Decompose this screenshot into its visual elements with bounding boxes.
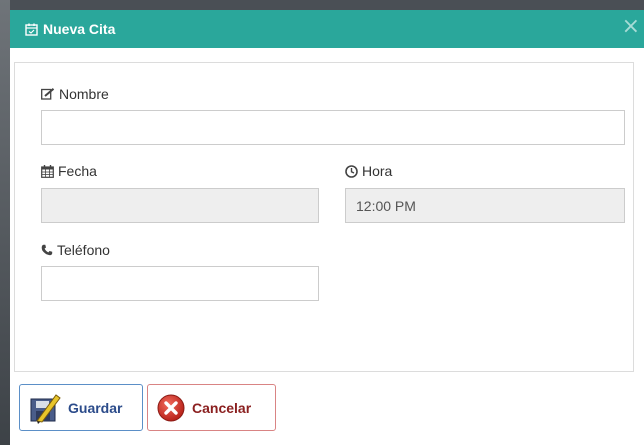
telefono-input[interactable]	[41, 266, 319, 301]
modal-title-text: Nueva Cita	[43, 21, 116, 37]
cancel-icon	[156, 393, 186, 423]
close-icon[interactable]: ×	[622, 16, 640, 38]
nombre-label-text: Nombre	[59, 86, 109, 102]
new-appointment-modal: Nueva Cita × Nombre Fecha Hora 12:00 PM …	[10, 10, 644, 445]
telefono-label-text: Teléfono	[57, 242, 110, 258]
nombre-input[interactable]	[41, 110, 625, 145]
cancel-button-label: Cancelar	[192, 399, 252, 416]
edit-icon	[41, 88, 55, 100]
hora-label: Hora	[345, 163, 392, 179]
fecha-input[interactable]	[41, 188, 319, 223]
telefono-label: Teléfono	[41, 242, 110, 258]
modal-header: Nueva Cita ×	[10, 10, 644, 48]
modal-body: Nombre Fecha Hora 12:00 PM Teléfono	[14, 62, 634, 372]
save-button[interactable]: Guardar	[19, 384, 143, 431]
save-button-label: Guardar	[68, 399, 123, 416]
cancel-button[interactable]: Cancelar	[147, 384, 276, 431]
save-icon	[28, 391, 62, 425]
clock-icon	[345, 164, 358, 178]
modal-title: Nueva Cita	[25, 21, 115, 37]
calendar-check-icon	[25, 23, 38, 36]
fecha-label: Fecha	[41, 163, 97, 179]
page-backdrop	[0, 0, 10, 445]
calendar-icon	[41, 164, 54, 178]
hora-input[interactable]	[345, 188, 625, 223]
fecha-label-text: Fecha	[58, 163, 97, 179]
phone-icon	[41, 244, 53, 256]
hora-label-text: Hora	[362, 163, 393, 179]
modal-footer: Guardar Cancelar	[10, 382, 644, 442]
nombre-label: Nombre	[41, 86, 109, 102]
